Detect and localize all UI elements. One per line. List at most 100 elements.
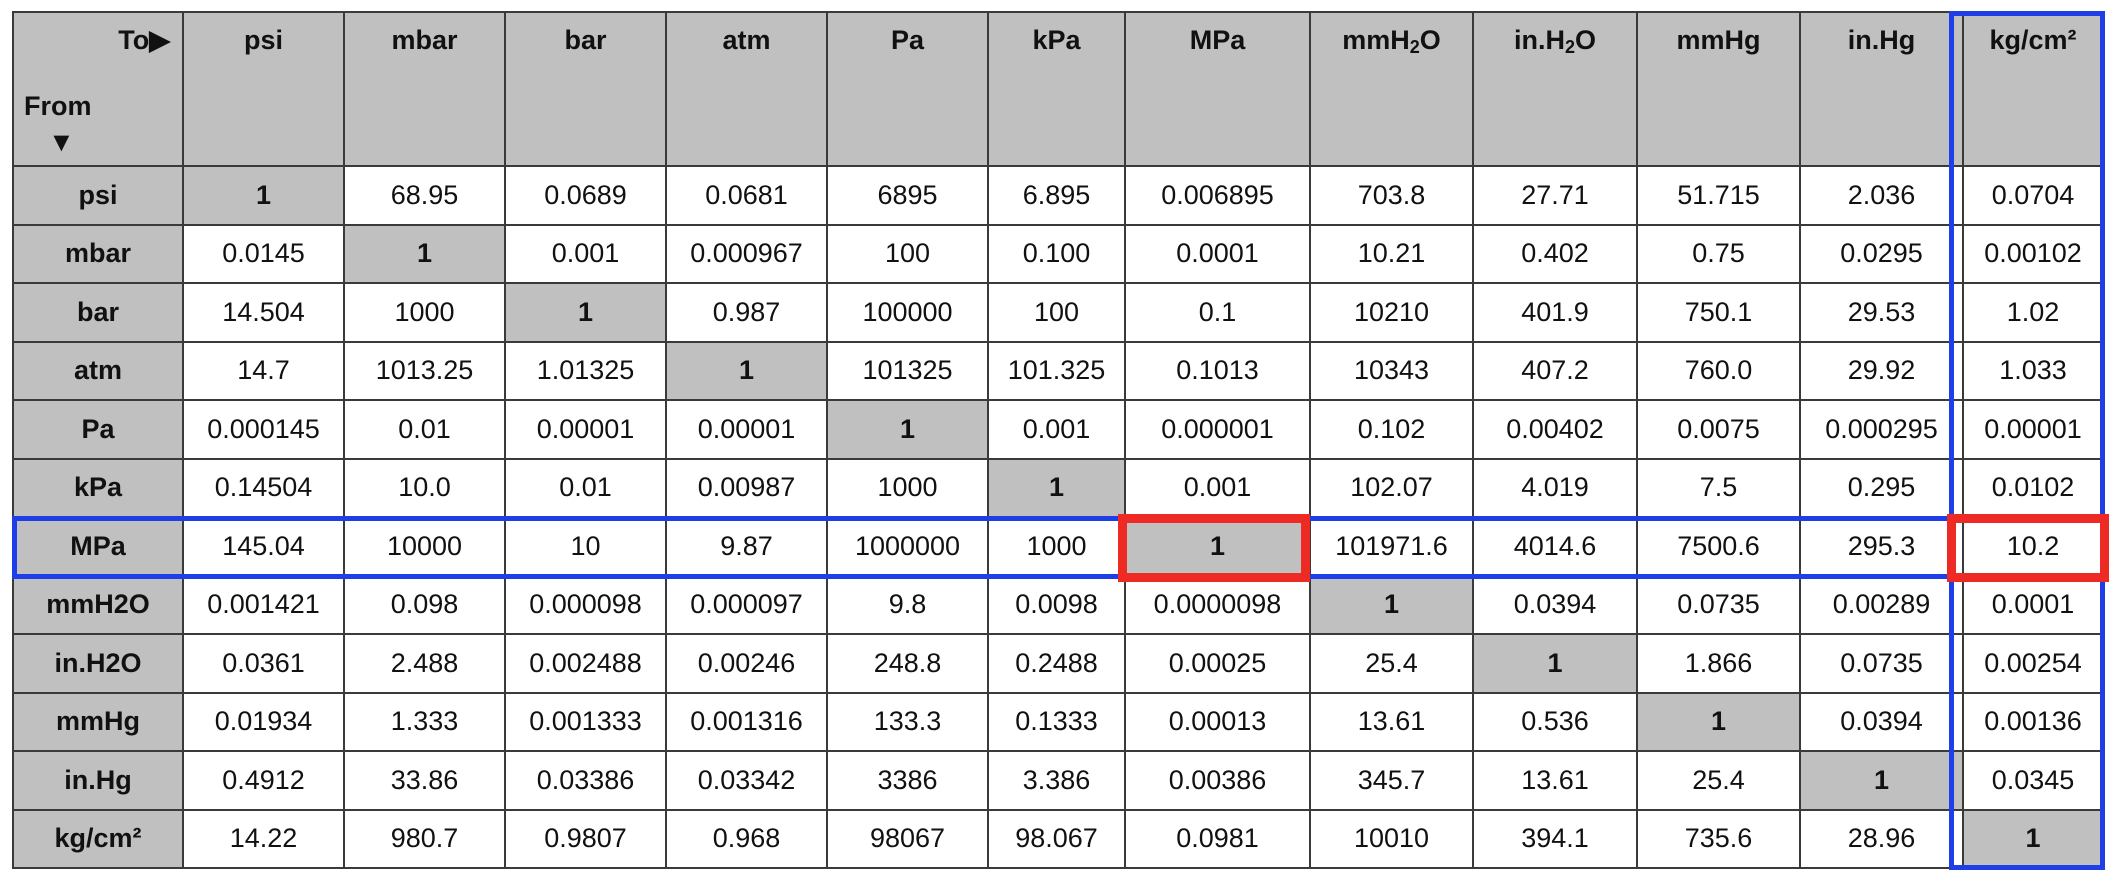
table-row: mmH2O 0.001421 0.098 0.000098 0.000097 9.8 0.0…	[12, 574, 2104, 635]
table-cell: 0.968	[665, 808, 828, 869]
table-cell: 4.019	[1472, 457, 1638, 518]
table-cell: 1013.25	[343, 340, 506, 401]
table-cell: 98.067	[987, 808, 1126, 869]
table-cell: 0.0001	[1124, 223, 1311, 284]
diagonal-cell: 1	[665, 340, 828, 401]
table-cell: 14.504	[182, 282, 345, 343]
table-cell: 0.001	[1124, 457, 1311, 518]
row-header: in.Hg	[12, 750, 184, 811]
table-row: mmHg 0.01934 1.333 0.001333 0.001316 133.3 0.1…	[12, 691, 2104, 752]
table-cell: 0.0000098	[1124, 574, 1311, 635]
table-cell: 0.000097	[665, 574, 828, 635]
table-cell: 248.8	[826, 633, 989, 694]
table-cell: 1.01325	[504, 340, 667, 401]
table-cell: 0.00001	[665, 399, 828, 460]
table-cell: 0.03342	[665, 750, 828, 811]
table-cell: 10.0	[343, 457, 506, 518]
table-cell: 100	[987, 282, 1126, 343]
table-cell: 703.8	[1309, 165, 1474, 226]
table-row: atm 14.7 1013.25 1.01325 1 101325 101.325 0.101…	[12, 340, 2104, 401]
column-header: mmHg	[1636, 11, 1801, 167]
table-cell: 1.333	[343, 691, 506, 752]
table-cell: 0.000145	[182, 399, 345, 460]
subscript: 2	[1564, 37, 1575, 57]
table-cell: 29.92	[1799, 340, 1964, 401]
table-cell: 0.00402	[1472, 399, 1638, 460]
table-cell: 0.100	[987, 223, 1126, 284]
table-cell: 0.1333	[987, 691, 1126, 752]
table-cell: 0.1	[1124, 282, 1311, 343]
row-header: mmH2O	[12, 574, 184, 635]
diagonal-cell: 1	[182, 165, 345, 226]
table-cell: 101971.6	[1309, 516, 1474, 577]
table-cell: 0.75	[1636, 223, 1801, 284]
row-header: Pa	[12, 399, 184, 460]
table-cell: 1.02	[1962, 282, 2104, 343]
table-cell: 0.0681	[665, 165, 828, 226]
table-row: in.H2O 0.0361 2.488 0.002488 0.00246 248.8 0.2…	[12, 633, 2104, 694]
table-cell: 13.61	[1472, 750, 1638, 811]
table-cell: 1000	[987, 516, 1126, 577]
table-cell: 101.325	[987, 340, 1126, 401]
table-cell: 0.00025	[1124, 633, 1311, 694]
down-arrow-icon: ▼	[48, 127, 75, 157]
table-cell: 0.0394	[1799, 691, 1964, 752]
diagonal-cell: 1	[1799, 750, 1964, 811]
table-row: bar 14.504 1000 1 0.987 100000 100 0.1 10210 401.…	[12, 282, 2104, 343]
table-row: kPa 0.14504 10.0 0.01 0.00987 1000 1 0.001 102.0…	[12, 457, 2104, 518]
table-cell: 10010	[1309, 808, 1474, 869]
table-cell: 98067	[826, 808, 989, 869]
column-header: kg/cm²	[1962, 11, 2104, 167]
table-cell: 0.0102	[1962, 457, 2104, 518]
column-header: bar	[504, 11, 667, 167]
table-cell: 0.0704	[1962, 165, 2104, 226]
table-cell: 0.098	[343, 574, 506, 635]
table-cell: 13.61	[1309, 691, 1474, 752]
column-header: atm	[665, 11, 828, 167]
table-cell: 0.0394	[1472, 574, 1638, 635]
table-cell: 0.006895	[1124, 165, 1311, 226]
table-cell: 29.53	[1799, 282, 1964, 343]
table-cell: 0.000295	[1799, 399, 1964, 460]
table-row: in.Hg 0.4912 33.86 0.03386 0.03342 3386 3.386 0…	[12, 750, 2104, 811]
table-cell: 14.7	[182, 340, 345, 401]
table-cell: 0.102	[1309, 399, 1474, 460]
row-header: kg/cm²	[12, 808, 184, 869]
table-cell: 0.01	[343, 399, 506, 460]
table-cell: 0.00013	[1124, 691, 1311, 752]
table-cell: 0.0735	[1799, 633, 1964, 694]
table-cell: 0.00102	[1962, 223, 2104, 284]
diagonal-cell: 1	[1472, 633, 1638, 694]
table-cell: 27.71	[1472, 165, 1638, 226]
table-cell: 100000	[826, 282, 989, 343]
diagonal-cell: 1	[343, 223, 506, 284]
table-cell: 25.4	[1309, 633, 1474, 694]
table-cell: 0.0735	[1636, 574, 1801, 635]
table-cell: 0.0981	[1124, 808, 1311, 869]
table-cell: 1000	[826, 457, 989, 518]
header-row: To▶ From ▼ psi mbar bar atm Pa kPa MPa mmH2O in.…	[12, 11, 2104, 167]
table-cell: 980.7	[343, 808, 506, 869]
table-cell: 0.01934	[182, 691, 345, 752]
table-cell: 0.001421	[182, 574, 345, 635]
table-cell: 0.0295	[1799, 223, 1964, 284]
table-cell: 0.00987	[665, 457, 828, 518]
table-cell: 735.6	[1636, 808, 1801, 869]
diagonal-cell: 1	[987, 457, 1126, 518]
column-header: mmH2O	[1309, 11, 1474, 167]
column-header: kPa	[987, 11, 1126, 167]
row-header: kPa	[12, 457, 184, 518]
table-cell: 28.96	[1799, 808, 1964, 869]
table-cell: 6.895	[987, 165, 1126, 226]
table-cell: 0.01	[504, 457, 667, 518]
table-cell: 14.22	[182, 808, 345, 869]
column-header: in.H2O	[1472, 11, 1638, 167]
table-cell: 0.00254	[1962, 633, 2104, 694]
table-cell: 0.0098	[987, 574, 1126, 635]
subscript: 2	[1409, 37, 1420, 57]
table-cell: 401.9	[1472, 282, 1638, 343]
table-cell: 101325	[826, 340, 989, 401]
column-header: in.Hg	[1799, 11, 1964, 167]
table-cell: 407.2	[1472, 340, 1638, 401]
table-cell: 0.9807	[504, 808, 667, 869]
